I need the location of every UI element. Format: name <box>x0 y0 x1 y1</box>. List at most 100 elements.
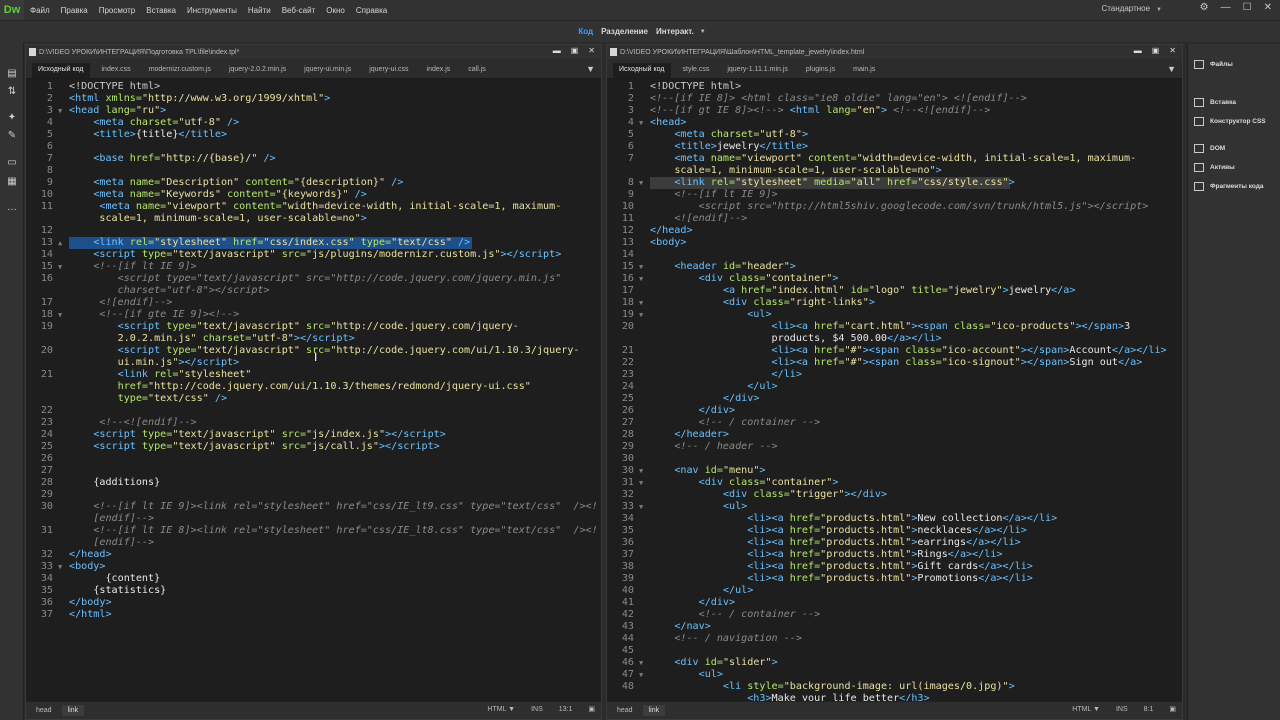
more-icon[interactable]: … <box>6 202 18 214</box>
app-logo: Dw <box>0 0 24 20</box>
code-line: <script type="text/javascript" src="http… <box>117 273 562 284</box>
language-selector[interactable]: HTML ▼ <box>1072 706 1100 713</box>
code-line: <!--<![endif]--> <box>99 417 197 428</box>
panel-label: Активы <box>1210 164 1235 171</box>
code-line: <!DOCTYPE html> <box>69 81 161 92</box>
brush-icon[interactable]: ✎ <box>6 130 18 142</box>
menu-tools[interactable]: Инструменты <box>187 6 237 15</box>
workspace-selector[interactable]: Стандартное ▼ <box>1101 4 1162 13</box>
tab-file[interactable]: plugins.js <box>800 63 841 78</box>
panel-files[interactable]: Файлы <box>1194 60 1233 69</box>
close-icon[interactable]: ✕ <box>1264 2 1272 13</box>
insert-mode[interactable]: INS <box>531 706 543 713</box>
document-icon[interactable]: ▤ <box>6 68 18 80</box>
sort-icon[interactable]: ⇅ <box>6 86 18 98</box>
tab-file[interactable]: jquery-ui.css <box>363 63 414 78</box>
code-line: </div> <box>698 405 736 416</box>
code-line: href="http://code.jquery.com/ui/1.10.3/t… <box>117 381 531 392</box>
maximize-icon[interactable]: ▣ <box>1152 46 1160 55</box>
maximize-icon[interactable]: ☐ <box>1243 2 1252 13</box>
code-line: <div class="trigger"></div> <box>722 489 888 500</box>
tab-file[interactable]: modernizr.custom.js <box>143 63 217 78</box>
language-label: HTML <box>487 705 507 713</box>
view-code-button[interactable]: Код <box>578 27 593 36</box>
menu-edit[interactable]: Правка <box>61 6 88 15</box>
minimize-icon[interactable]: ▬ <box>553 46 561 55</box>
chevron-down-icon[interactable]: ▼ <box>700 29 706 35</box>
code-line: <title>jewelry</title> <box>674 141 809 152</box>
code-line: <![endif]--> <box>99 297 173 308</box>
maximize-icon[interactable]: ▣ <box>571 46 579 55</box>
code-editor[interactable]: 1 <!DOCTYPE html> 2 <html xmlns="http://ww… <box>26 80 601 701</box>
panel-snippets[interactable]: Фрагменты кода <box>1194 182 1264 191</box>
breadcrumb-item[interactable]: link <box>61 705 85 716</box>
format-icon[interactable]: ▦ <box>6 176 18 188</box>
breadcrumb-item[interactable]: head <box>611 705 639 716</box>
preview-icon[interactable]: ▣ <box>588 705 595 713</box>
code-line: {content} <box>105 573 161 584</box>
view-split-button[interactable]: Разделение <box>601 27 648 36</box>
code-line: </nav> <box>674 621 711 632</box>
gear-icon[interactable]: ⚙ <box>1200 2 1209 13</box>
comment-icon[interactable]: ▭ <box>6 157 18 169</box>
tab-file[interactable]: jquery-ui.min.js <box>298 63 357 78</box>
code-line: <![endif]--> <box>674 213 748 224</box>
language-label: HTML <box>1072 705 1092 713</box>
minimize-icon[interactable]: ▬ <box>1134 46 1142 55</box>
panel-css-designer[interactable]: Конструктор CSS <box>1194 117 1266 126</box>
code-line: <head lang="ru"> <box>69 105 167 116</box>
document-icon <box>29 48 36 56</box>
workspace-label: Стандартное <box>1101 4 1151 13</box>
menu-file[interactable]: Файл <box>30 6 50 15</box>
menu-view[interactable]: Просмотр <box>99 6 136 15</box>
code-line: </ul> <box>747 381 778 392</box>
menu-help[interactable]: Справка <box>356 6 387 15</box>
tab-file[interactable]: style.css <box>677 63 716 78</box>
related-files-bar: Исходный код style.css jquery-1.11.1.min… <box>607 59 1182 79</box>
menu-insert[interactable]: Вставка <box>146 6 176 15</box>
code-line: <div class="container"> <box>698 273 839 284</box>
code-line: products, $4 500.00</a></li> <box>771 333 942 344</box>
close-icon[interactable]: ✕ <box>1169 46 1176 55</box>
tab-file[interactable]: index.js <box>421 63 457 78</box>
code-line: </head> <box>650 225 693 236</box>
code-line: <title>{title}</title> <box>93 129 228 140</box>
filter-icon[interactable]: ▼ <box>1167 64 1176 74</box>
panel-assets[interactable]: Активы <box>1194 163 1235 172</box>
tab-file[interactable]: jquery-2.0.2.min.js <box>223 63 292 78</box>
code-line: <ul> <box>698 669 723 680</box>
close-icon[interactable]: ✕ <box>588 46 595 55</box>
tab-file[interactable]: main.js <box>847 63 881 78</box>
code-line: <link rel="stylesheet" <box>117 369 252 380</box>
preview-icon[interactable]: ▣ <box>1169 705 1176 713</box>
code-line: <script type="text/javascript" src="js/c… <box>93 441 440 452</box>
breadcrumb-item[interactable]: head <box>30 705 58 716</box>
language-selector[interactable]: HTML ▼ <box>487 706 515 713</box>
code-line: <li><a href="#"><span class="ico-signout… <box>771 357 1143 368</box>
panel-dom[interactable]: DOM <box>1194 144 1225 153</box>
tab-source[interactable]: Исходный код <box>32 63 90 78</box>
code-line: <body> <box>650 237 687 248</box>
view-interactive-button[interactable]: Интеракт. <box>656 27 694 36</box>
tab-source[interactable]: Исходный код <box>613 63 671 78</box>
wand-icon[interactable]: ✦ <box>6 112 18 124</box>
breadcrumb-item[interactable]: link <box>642 705 666 716</box>
code-line: <meta name="viewport" content="width=dev… <box>99 201 562 212</box>
code-line: <h3>Make your life better</h3> <box>747 693 930 701</box>
view-toolbar: Код Разделение Интеракт. ▼ <box>0 20 1280 42</box>
panel-insert[interactable]: Вставка <box>1194 98 1236 107</box>
menu-window[interactable]: Окно <box>326 6 345 15</box>
tab-file[interactable]: index.css <box>96 63 137 78</box>
minimize-icon[interactable]: — <box>1221 2 1231 13</box>
pane-title: D:\VIDEO УРОКИ\ИНТЕГРАЦИЯ\Подготовка TPL… <box>26 45 601 59</box>
code-line: </html> <box>69 609 112 620</box>
insert-mode[interactable]: INS <box>1116 706 1128 713</box>
code-line: <div id="slider"> <box>674 657 778 668</box>
tab-file[interactable]: jquery-1.11.1.min.js <box>721 63 794 78</box>
code-line: </div> <box>698 597 736 608</box>
menu-find[interactable]: Найти <box>248 6 271 15</box>
filter-icon[interactable]: ▼ <box>586 64 595 74</box>
code-editor[interactable]: 1 <!DOCTYPE html> 2 <!--[if IE 8]> <html c… <box>607 80 1182 701</box>
tab-file[interactable]: call.js <box>462 63 492 78</box>
menu-site[interactable]: Веб-сайт <box>282 6 316 15</box>
